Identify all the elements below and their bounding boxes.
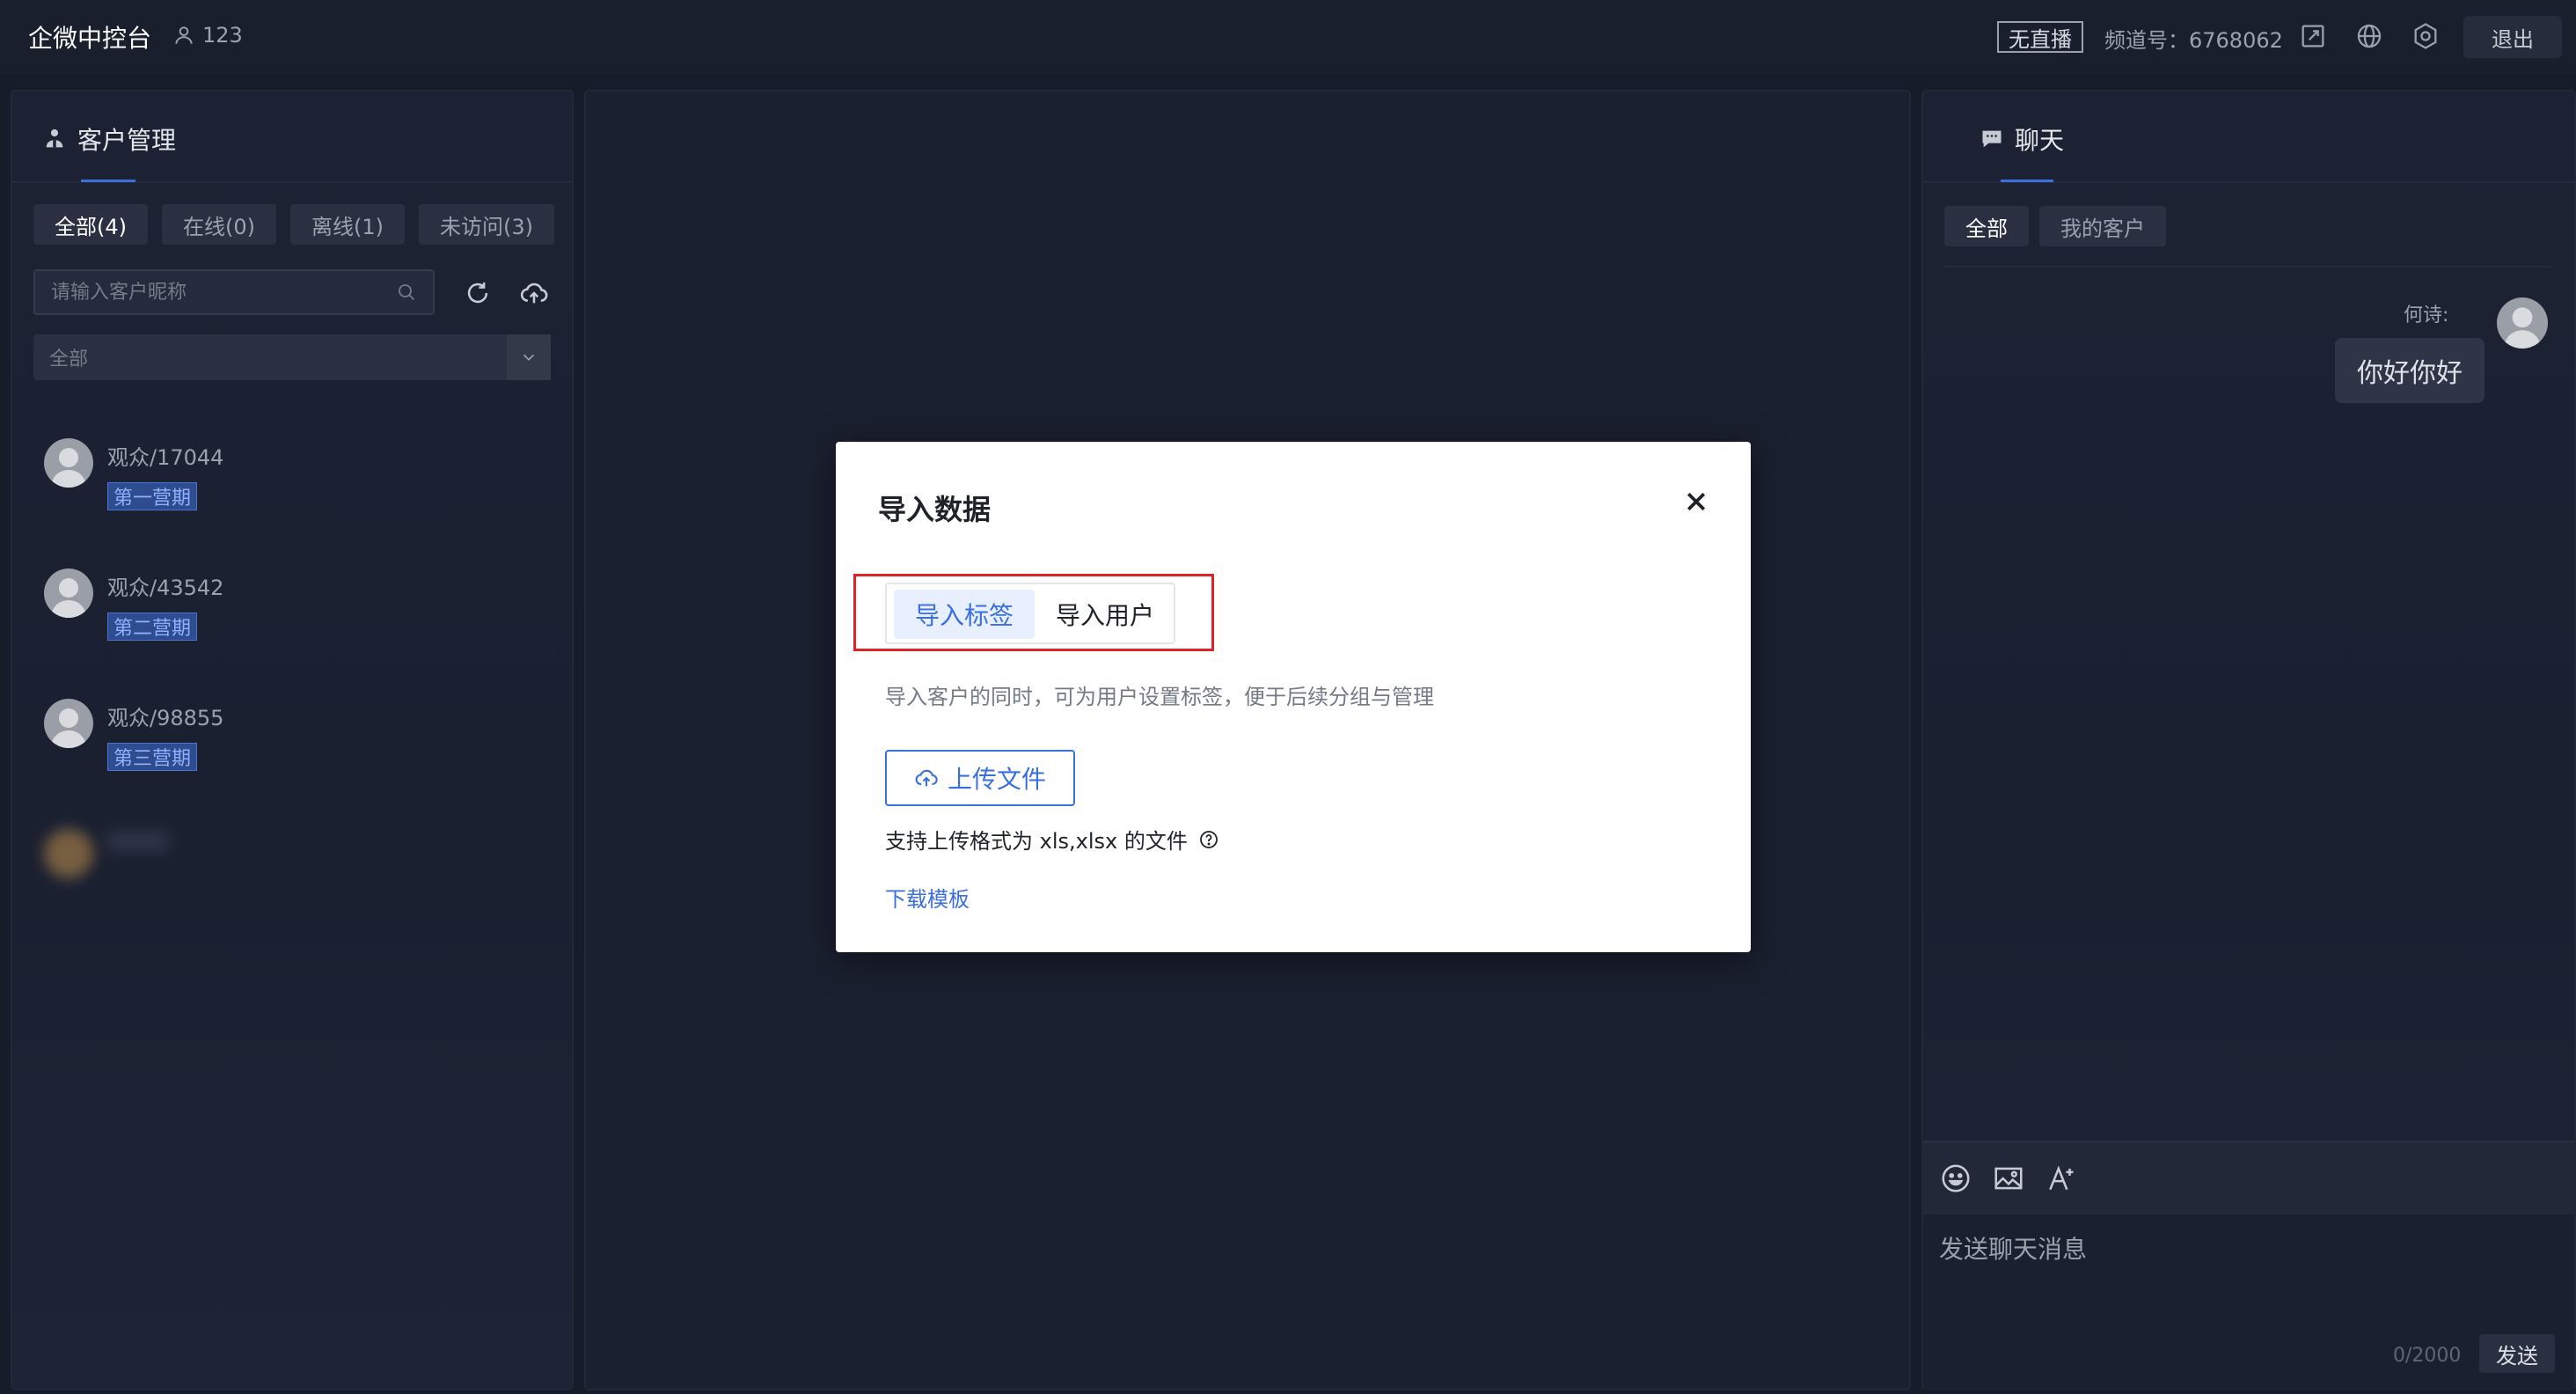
import-data-modal: 导入数据 导入标签 导入用户 导入客户的同时，可为用户设置标签，便于后续分组与管… (836, 442, 1751, 952)
import-description: 导入客户的同时，可为用户设置标签，便于后续分组与管理 (885, 685, 1434, 709)
download-template-link[interactable]: 下载模板 (885, 882, 970, 913)
cloud-upload-icon (915, 769, 938, 787)
upload-file-label: 上传文件 (947, 765, 1046, 794)
supported-formats: 支持上传格式为 xls,xlsx 的文件 (885, 824, 1219, 855)
upload-file-button[interactable]: 上传文件 (885, 750, 1075, 806)
modal-title: 导入数据 (878, 493, 992, 526)
close-icon[interactable] (1679, 484, 1714, 519)
tab-import-users[interactable]: 导入用户 (1042, 590, 1168, 639)
tab-import-tags[interactable]: 导入标签 (894, 590, 1035, 639)
help-icon[interactable] (1198, 829, 1219, 850)
import-type-tabs: 导入标签 导入用户 (885, 583, 1175, 644)
